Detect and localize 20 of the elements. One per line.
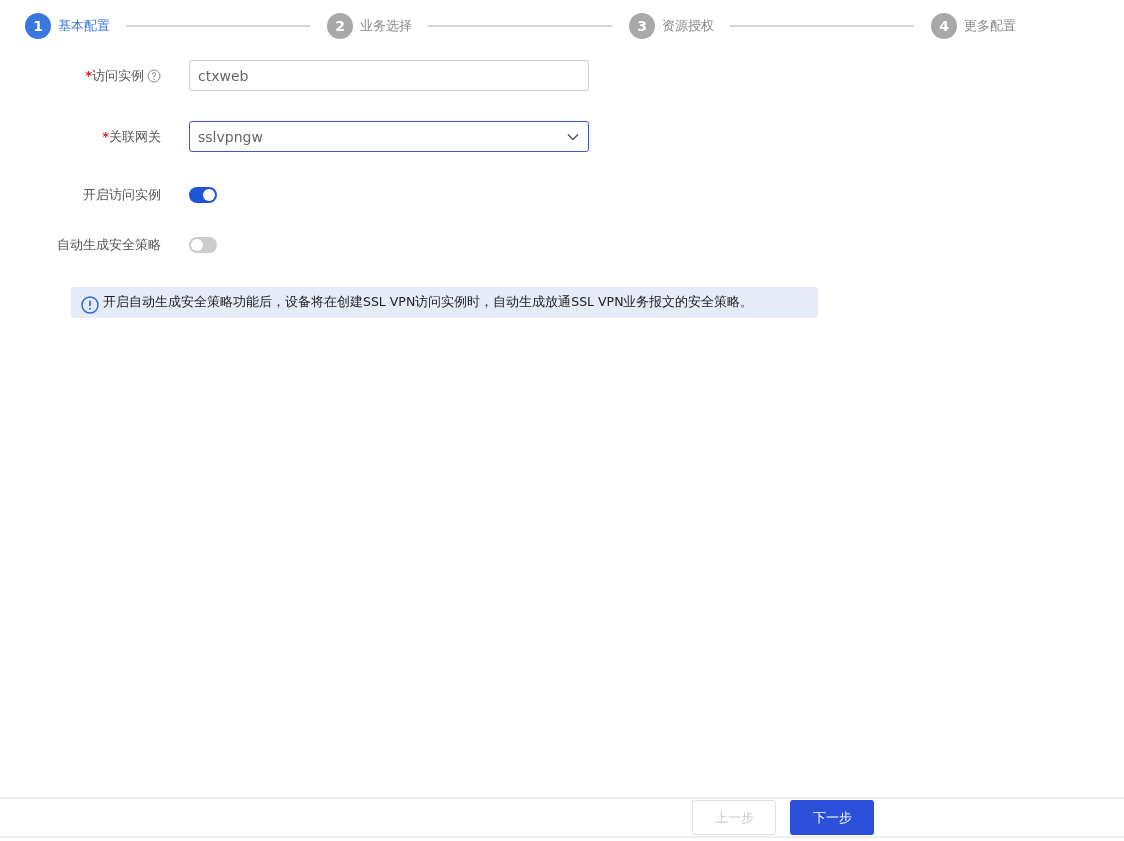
toggle-switch[interactable] <box>189 187 217 203</box>
notice-text: 开启自动生成安全策略功能后，设备将在创建SSL VPN访问实例时，自动生成放通SSL VPN业务报文的安全策略。 <box>103 294 754 311</box>
field-label: *访问实例 <box>85 66 144 85</box>
field-label: 自动生成安全策略 <box>57 236 161 254</box>
field-label: 开启访问实例 <box>83 186 161 204</box>
help-icon[interactable] <box>147 68 161 83</box>
toggle-switch[interactable] <box>189 237 217 253</box>
next-button[interactable]: 下一步 <box>790 800 874 835</box>
step-label: 业务选择 <box>360 17 412 35</box>
select-field[interactable]: sslvpngw <box>189 121 589 152</box>
info-icon <box>81 295 99 314</box>
text-field[interactable]: ctxweb <box>189 60 589 91</box>
step-label: 更多配置 <box>964 17 1016 35</box>
step-label: 基本配置 <box>58 17 110 35</box>
step-number: 1 <box>25 13 51 39</box>
step-label: 资源授权 <box>662 17 714 35</box>
step-number: 4 <box>931 13 957 39</box>
field-label: *关联网关 <box>102 127 161 146</box>
step-number: 2 <box>327 13 353 39</box>
step-number: 3 <box>629 13 655 39</box>
